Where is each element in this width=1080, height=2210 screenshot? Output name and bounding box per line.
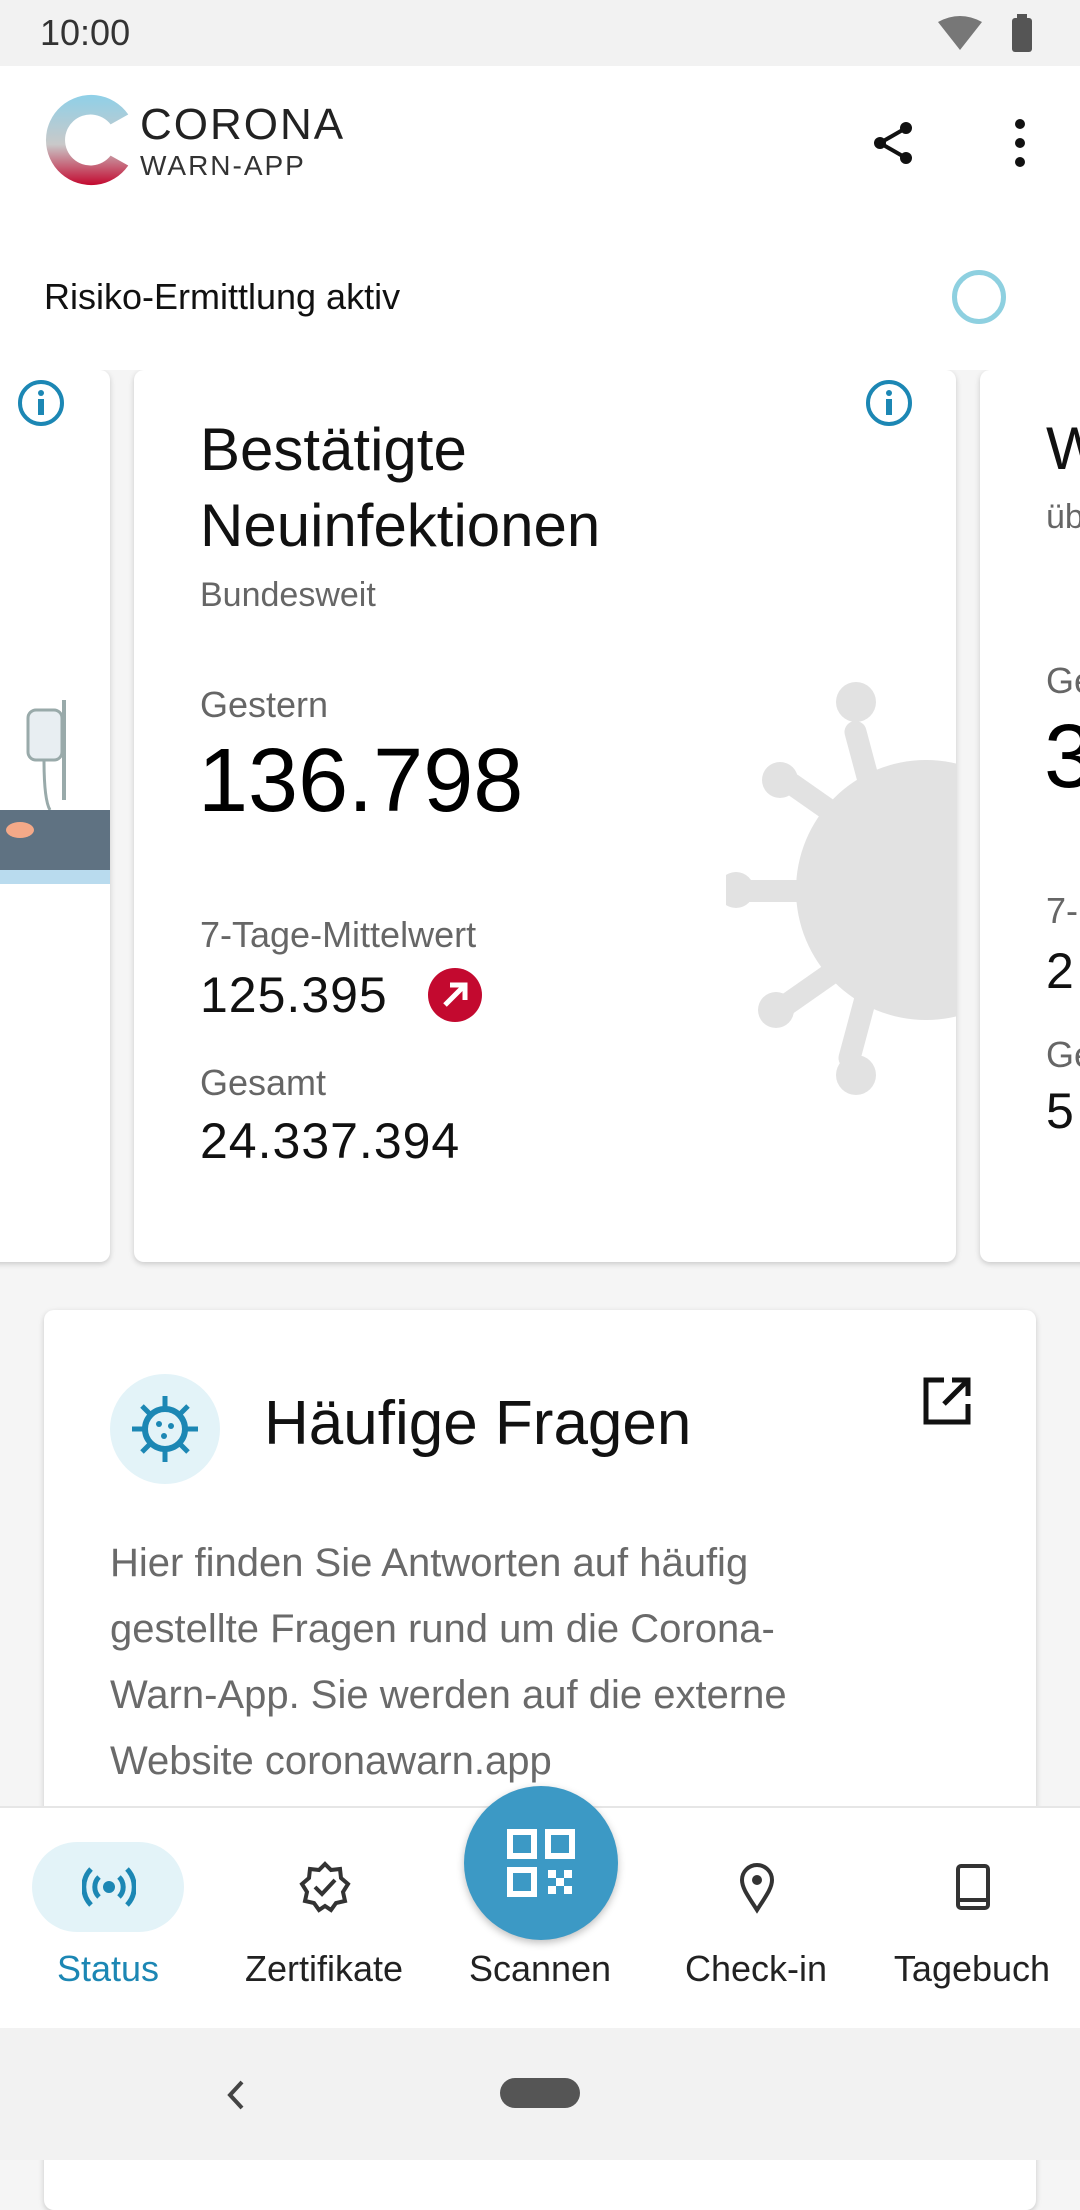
nav-diary[interactable]: Tagebuch bbox=[864, 1806, 1080, 2028]
trend-up-icon bbox=[428, 968, 482, 1022]
broadcast-icon bbox=[82, 1867, 136, 1907]
info-icon[interactable] bbox=[16, 378, 66, 428]
nav-status-indicator bbox=[32, 1842, 184, 1932]
seven-day-avg-value: 125.395 bbox=[200, 967, 388, 1023]
status-icons bbox=[938, 14, 1032, 52]
nav-diary-label: Tagebuch bbox=[893, 1948, 1051, 1989]
total-label: Gesamt bbox=[200, 1062, 327, 1103]
external-link-icon[interactable] bbox=[920, 1374, 974, 1428]
certificate-check-icon bbox=[299, 1861, 351, 1913]
peek-value1: 3 bbox=[1044, 707, 1080, 807]
stat-card-next[interactable]: W üb Ge 3 7- 2 Ge 5 bbox=[980, 370, 1080, 1262]
stat-card-previous[interactable] bbox=[0, 370, 110, 1262]
peek-value2: 2 bbox=[1046, 943, 1074, 999]
brand-subtitle: WARN-APP bbox=[140, 150, 306, 181]
nav-status[interactable]: Status bbox=[0, 1806, 216, 2028]
faq-badge bbox=[110, 1374, 220, 1484]
risk-status-ring-icon bbox=[952, 270, 1006, 324]
home-pill[interactable] bbox=[500, 2078, 580, 2108]
stat-card-confirmed-infections[interactable]: Bestätigte Neuinfektionen Bundesweit Ges… bbox=[134, 370, 956, 1262]
wifi-icon bbox=[938, 16, 982, 50]
corona-warn-app-logo bbox=[45, 94, 129, 186]
nav-checkin[interactable]: Check-in bbox=[648, 1806, 864, 2028]
nav-certificates-label: Zertifikate bbox=[244, 1948, 404, 1989]
hospital-illustration bbox=[0, 700, 110, 884]
card-subtitle: Bundesweit bbox=[200, 576, 376, 614]
yesterday-label: Gestern bbox=[200, 684, 329, 725]
faq-title: Häufige Fragen bbox=[264, 1389, 692, 1458]
nav-checkin-label: Check-in bbox=[684, 1948, 828, 1989]
card-title-line1: Bestätigte bbox=[200, 416, 467, 483]
info-icon[interactable] bbox=[864, 378, 914, 428]
card-title-line2: Neuinfektionen bbox=[200, 492, 601, 559]
faq-description: Hier finden Sie Antworten auf häufig ges… bbox=[110, 1541, 787, 1783]
virus-illustration bbox=[726, 682, 956, 1095]
back-icon[interactable] bbox=[220, 2070, 250, 2120]
nav-status-label: Status bbox=[56, 1948, 160, 1989]
peek-label3: Ge bbox=[1046, 1034, 1080, 1075]
more-options-icon[interactable] bbox=[1000, 118, 1040, 168]
status-time: 10:00 bbox=[40, 12, 131, 53]
nav-certificates[interactable]: Zertifikate bbox=[216, 1806, 432, 2028]
nav-scan[interactable]: Scannen bbox=[432, 1806, 648, 2028]
statistics-carousel[interactable]: Bestätigte Neuinfektionen Bundesweit Ges… bbox=[0, 370, 1080, 1280]
location-pin-icon bbox=[739, 1863, 775, 1914]
status-bar bbox=[0, 0, 1080, 66]
peek-value3: 5 bbox=[1046, 1083, 1074, 1139]
yesterday-value: 136.798 bbox=[198, 731, 524, 831]
brand-name: CORONA bbox=[140, 100, 346, 149]
battery-icon bbox=[1012, 18, 1032, 52]
risk-detection-label[interactable]: Risiko-Ermittlung aktiv bbox=[44, 276, 400, 318]
virus-icon bbox=[132, 1396, 198, 1462]
peek-label1: Ge bbox=[1046, 660, 1080, 701]
share-icon[interactable] bbox=[868, 118, 918, 168]
peek-subtitle: üb bbox=[1046, 498, 1080, 536]
nav-scan-label: Scannen bbox=[468, 1948, 612, 1989]
seven-day-avg-label: 7-Tage-Mittelwert bbox=[200, 914, 477, 955]
total-value: 24.337.394 bbox=[200, 1113, 461, 1169]
peek-title: W bbox=[1046, 415, 1080, 482]
book-icon bbox=[956, 1864, 990, 1910]
peek-label2: 7- bbox=[1046, 890, 1079, 931]
